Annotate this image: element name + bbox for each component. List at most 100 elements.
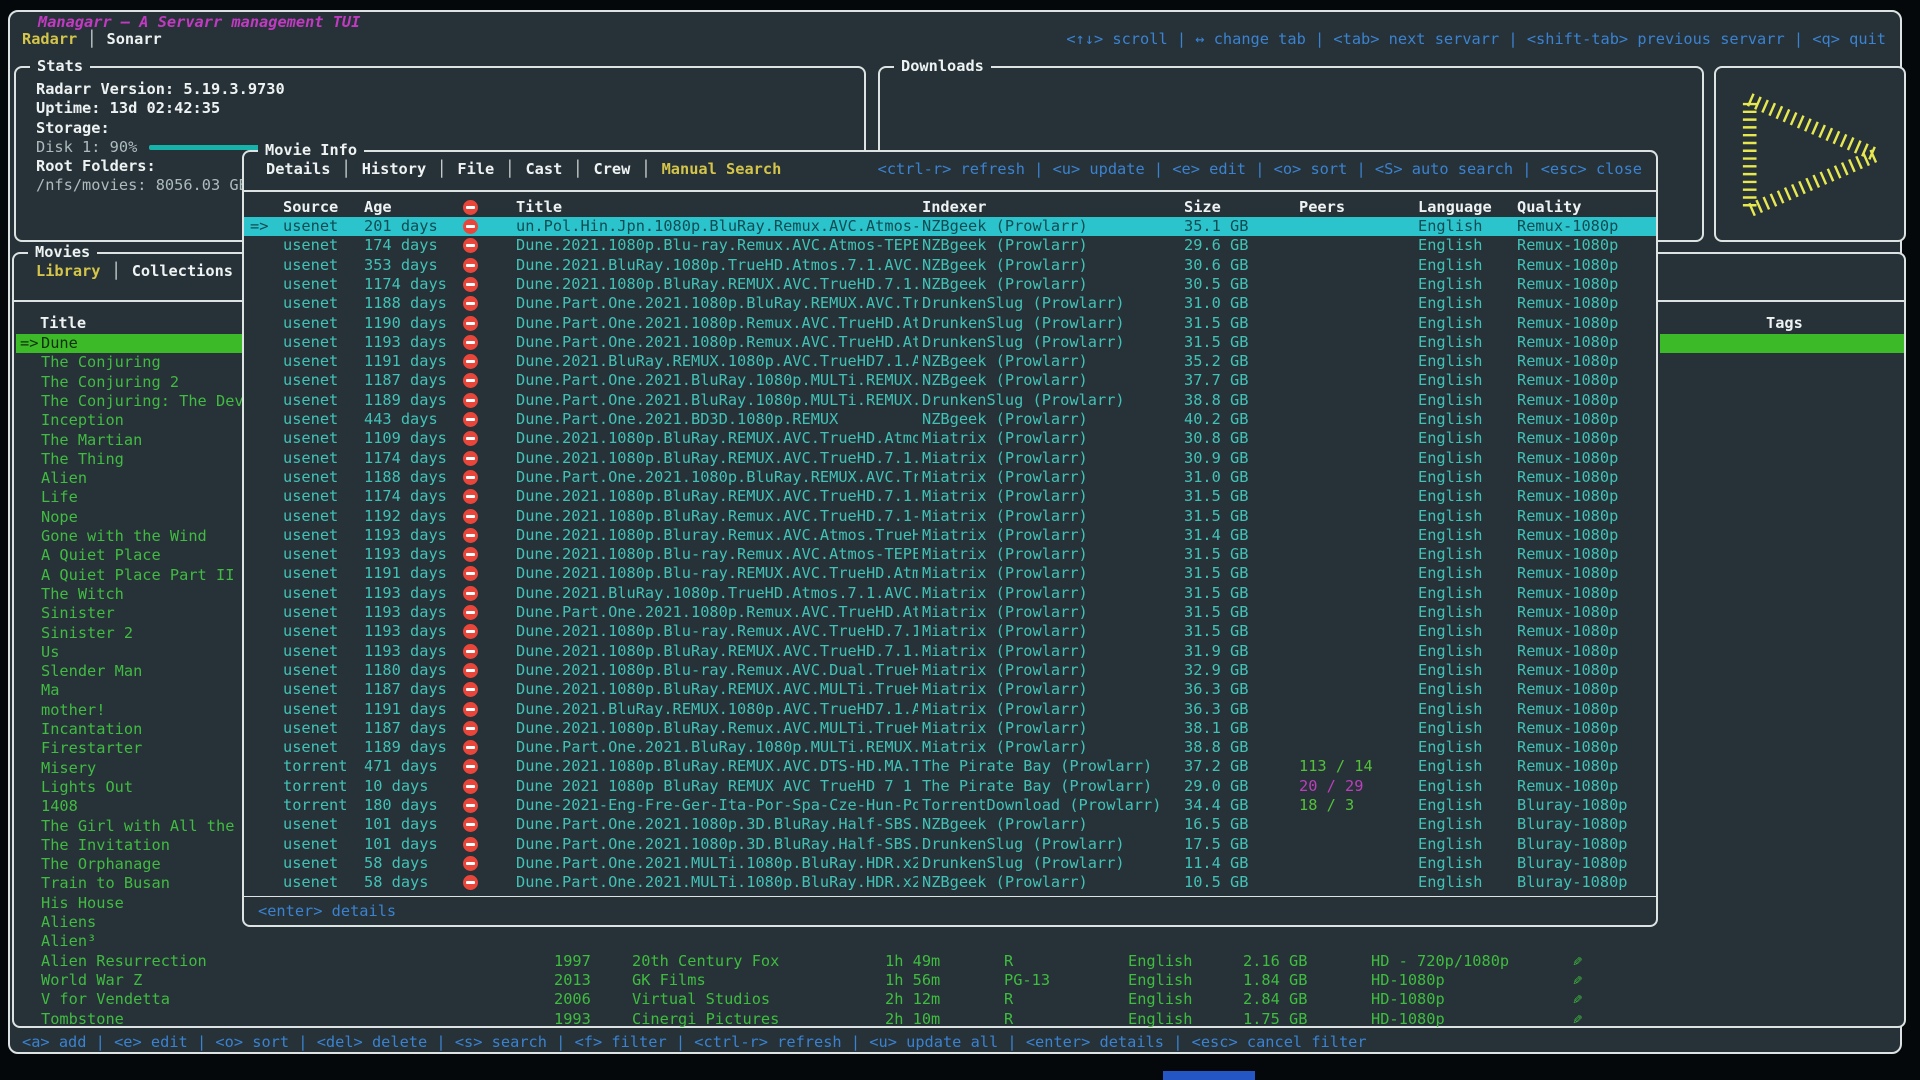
- cell-title: Dune.2021.1080p.Blu-ray.Remux.AVC.Atmos-…: [516, 545, 918, 564]
- search-result-row[interactable]: usenet1187 daysDune.2021.1080p.BluRay.Re…: [244, 719, 1656, 738]
- cell-size: 35.1 GB: [1184, 217, 1248, 236]
- cell-indexer: NZBgeek (Prowlarr): [922, 275, 1180, 294]
- search-result-row[interactable]: =>usenet201 daysun.Pol.Hin.Jpn.1080p.Blu…: [244, 217, 1656, 236]
- cell-language: English: [1418, 371, 1482, 390]
- search-result-row[interactable]: usenet1191 daysDune.2021.BluRay.REMUX.10…: [244, 352, 1656, 371]
- cell-size: 30.6 GB: [1184, 256, 1248, 275]
- search-result-row[interactable]: usenet1193 daysDune.2021.1080p.Blu-ray.R…: [244, 545, 1656, 564]
- search-result-row[interactable]: usenet58 daysDune.Part.One.2021.MULTi.10…: [244, 873, 1656, 892]
- search-result-row[interactable]: usenet1187 daysDune.Part.One.2021.BluRay…: [244, 371, 1656, 390]
- search-result-row[interactable]: usenet1193 daysDune.2021.1080p.BluRay.RE…: [244, 642, 1656, 661]
- cell-quality: Remux-1080p: [1517, 680, 1618, 699]
- cell-size: 31.5 GB: [1184, 564, 1248, 583]
- cell-source: usenet: [283, 410, 338, 429]
- no-entry-icon: [463, 238, 478, 253]
- cell-age: 1187 days: [364, 371, 447, 390]
- modal-tab-crew[interactable]: Crew: [594, 160, 662, 178]
- tab-sonarr[interactable]: Sonarr: [106, 30, 161, 48]
- cell-indexer: DrunkenSlug (Prowlarr): [922, 854, 1180, 873]
- cell-age: 1187 days: [364, 719, 447, 738]
- modal-tabs: DetailsHistoryFileCastCrewManual Search: [266, 160, 781, 178]
- search-result-row[interactable]: usenet1187 daysDune.2021.1080p.BluRay.RE…: [244, 680, 1656, 699]
- modal-tab-history[interactable]: History: [362, 160, 458, 178]
- cell-size: 31.5 GB: [1184, 507, 1248, 526]
- search-result-row[interactable]: usenet353 daysDune.2021.BluRay.1080p.Tru…: [244, 256, 1656, 275]
- tab-radarr[interactable]: Radarr: [22, 30, 77, 48]
- search-result-row[interactable]: usenet1109 daysDune.2021.1080p.BluRay.RE…: [244, 429, 1656, 448]
- search-result-row[interactable]: usenet101 daysDune.Part.One.2021.1080p.3…: [244, 835, 1656, 854]
- cell-quality: Bluray-1080p: [1517, 854, 1628, 873]
- cell-source: torrent: [283, 777, 347, 796]
- cell-age: 1189 days: [364, 738, 447, 757]
- cell-certification: R: [1004, 990, 1013, 1009]
- cell-title: Dune.2021.1080p.Blu-ray.REMUX.AVC.TrueHD…: [516, 564, 918, 583]
- cell-source: usenet: [283, 371, 338, 390]
- modal-tab-details[interactable]: Details: [266, 160, 362, 178]
- movie-table-row[interactable]: 2013GK Films1h 56mPG-13English1.84 GBHD-…: [14, 971, 1904, 990]
- cell-certification: R: [1004, 1010, 1013, 1029]
- cell-quality: Remux-1080p: [1517, 642, 1618, 661]
- modal-tab-cast[interactable]: Cast: [525, 160, 593, 178]
- search-result-row[interactable]: usenet1189 daysDune.Part.One.2021.BluRay…: [244, 738, 1656, 757]
- cell-title: Dune.Part.One.2021.1080p.BluRay.REMUX.AV…: [516, 294, 918, 313]
- search-result-row[interactable]: usenet1188 daysDune.Part.One.2021.1080p.…: [244, 468, 1656, 487]
- cell-quality: Remux-1080p: [1517, 777, 1618, 796]
- cell-title: Dune.Part.One.2021.1080p.3D.BluRay.Half-…: [516, 835, 918, 854]
- search-result-row[interactable]: usenet1189 daysDune.Part.One.2021.BluRay…: [244, 391, 1656, 410]
- movie-table-row[interactable]: 1993Cinergi Pictures2h 10mREnglish1.75 G…: [14, 1010, 1904, 1029]
- cell-indexer: NZBgeek (Prowlarr): [922, 256, 1180, 275]
- search-result-row[interactable]: usenet1193 daysDune.2021.BluRay.1080p.Tr…: [244, 584, 1656, 603]
- cell-language: English: [1418, 757, 1482, 776]
- cell-source: usenet: [283, 564, 338, 583]
- cell-source: usenet: [283, 391, 338, 410]
- search-result-row[interactable]: usenet1193 daysDune.Part.One.2021.1080p.…: [244, 333, 1656, 352]
- search-result-row[interactable]: torrent471 daysDune.2021.1080p.BluRay.RE…: [244, 757, 1656, 776]
- search-result-row[interactable]: torrent180 daysDune-2021-Eng-Fre-Ger-Ita…: [244, 796, 1656, 815]
- cell-quality: Remux-1080p: [1517, 584, 1618, 603]
- modal-tab-file[interactable]: File: [457, 160, 525, 178]
- cell-language: English: [1418, 796, 1482, 815]
- cell-quality: HD-1080p: [1371, 1010, 1445, 1029]
- no-entry-icon: [463, 663, 478, 678]
- search-result-row[interactable]: usenet101 daysDune.Part.One.2021.1080p.3…: [244, 815, 1656, 834]
- cell-size: 31.9 GB: [1184, 642, 1248, 661]
- search-result-row[interactable]: usenet58 daysDune.Part.One.2021.MULTi.10…: [244, 854, 1656, 873]
- no-entry-icon: [463, 566, 478, 581]
- search-result-row[interactable]: usenet174 daysDune.2021.1080p.Blu-ray.Re…: [244, 236, 1656, 255]
- tag-icon: ✎: [1573, 1010, 1582, 1029]
- cell-size: 31.0 GB: [1184, 294, 1248, 313]
- column-header-age: Age: [364, 198, 392, 216]
- search-result-row[interactable]: usenet1188 daysDune.Part.One.2021.1080p.…: [244, 294, 1656, 313]
- search-result-row[interactable]: torrent10 daysDune 2021 1080p BluRay REM…: [244, 777, 1656, 796]
- cell-language: English: [1128, 971, 1192, 990]
- no-entry-icon: [463, 431, 478, 446]
- modal-tab-manual-search[interactable]: Manual Search: [662, 160, 782, 178]
- tag-icon: ✎: [1573, 952, 1582, 971]
- search-result-row[interactable]: usenet1191 daysDune.2021.BluRay.REMUX.10…: [244, 700, 1656, 719]
- no-entry-icon: [463, 856, 478, 871]
- cell-source: usenet: [283, 507, 338, 526]
- search-result-row[interactable]: usenet1193 daysDune.Part.One.2021.1080p.…: [244, 603, 1656, 622]
- search-result-row[interactable]: usenet1174 daysDune.2021.1080p.BluRay.RE…: [244, 487, 1656, 506]
- search-result-row[interactable]: usenet1174 daysDune.2021.1080p.BluRay.RE…: [244, 449, 1656, 468]
- cell-language: English: [1418, 429, 1482, 448]
- search-result-row[interactable]: usenet1190 daysDune.Part.One.2021.1080p.…: [244, 314, 1656, 333]
- cell-title: Dune.2021.BluRay.REMUX.1080p.AVC.TrueHD7…: [516, 700, 918, 719]
- search-result-row[interactable]: usenet1193 daysDune.2021.1080p.Blu-ray.R…: [244, 622, 1656, 641]
- no-entry-icon: [463, 470, 478, 485]
- cell-age: 1180 days: [364, 661, 447, 680]
- cell-language: English: [1418, 217, 1482, 236]
- column-header-indexer: Indexer: [922, 198, 986, 216]
- movie-table-row[interactable]: 2006Virtual Studios2h 12mREnglish2.84 GB…: [14, 990, 1904, 1009]
- cell-language: English: [1418, 603, 1482, 622]
- cell-title: Dune.2021.1080p.Blu-ray.Remux.AVC.TrueHD…: [516, 622, 918, 641]
- search-result-row[interactable]: usenet1192 daysDune.2021.1080p.BluRay.Re…: [244, 507, 1656, 526]
- movie-table-row[interactable]: 199720th Century Fox1h 49mREnglish2.16 G…: [14, 952, 1904, 971]
- cell-certification: PG-13: [1004, 971, 1050, 990]
- search-result-row[interactable]: usenet1180 daysDune.2021.1080p.Blu-ray.R…: [244, 661, 1656, 680]
- cell-size: 31.5 GB: [1184, 545, 1248, 564]
- search-result-row[interactable]: usenet1191 daysDune.2021.1080p.Blu-ray.R…: [244, 564, 1656, 583]
- search-result-row[interactable]: usenet443 daysDune.Part.One.2021.BD3D.10…: [244, 410, 1656, 429]
- search-result-row[interactable]: usenet1174 daysDune.2021.1080p.BluRay.RE…: [244, 275, 1656, 294]
- search-result-row[interactable]: usenet1193 daysDune.2021.1080p.Bluray.Re…: [244, 526, 1656, 545]
